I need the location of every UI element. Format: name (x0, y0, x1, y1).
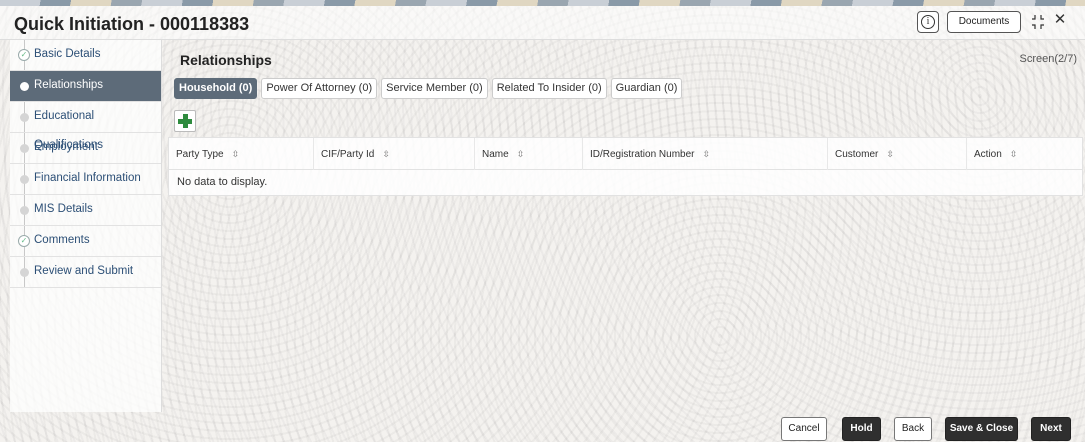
info-icon: i (921, 15, 935, 29)
section-title: Relationships (180, 52, 272, 68)
column-label: Party Type (176, 149, 224, 160)
pending-dot-icon (20, 144, 29, 153)
sidebar-item-educational-qualifications[interactable]: Educational Qualifications (10, 102, 161, 151)
sidebar-item-label: Basic Details (34, 48, 101, 60)
column-header-action[interactable]: Action ⇳ (967, 138, 1084, 170)
sidebar-item-label: Employment (34, 141, 98, 153)
documents-button[interactable]: Documents (947, 11, 1021, 33)
tab-related-to-insider[interactable]: Related To Insider (0) (491, 78, 607, 99)
tab-power-of-attorney[interactable]: Power Of Attorney (0) (261, 78, 378, 99)
column-header-id-registration-number[interactable]: ID/Registration Number ⇳ (583, 138, 828, 170)
column-label: Customer (835, 149, 879, 160)
column-header-cif-party-id[interactable]: CIF/Party Id ⇳ (314, 138, 475, 170)
back-button[interactable]: Back (894, 417, 932, 441)
sidebar-item-financial-information[interactable]: Financial Information (10, 164, 161, 195)
next-button[interactable]: Next (1031, 417, 1071, 441)
sort-icon: ⇳ (886, 149, 894, 159)
tab-household[interactable]: Household (0) (174, 78, 258, 99)
relationships-table: Party Type ⇳ CIF/Party Id ⇳ Name ⇳ ID/Regis… (168, 137, 1083, 196)
column-header-name[interactable]: Name ⇳ (475, 138, 583, 170)
sidebar-item-label: Relationships (34, 79, 104, 91)
plus-icon-vertical (183, 114, 188, 128)
tab-guardian[interactable]: Guardian (0) (610, 78, 683, 99)
pending-dot-icon (20, 206, 29, 215)
add-button[interactable] (174, 110, 196, 132)
pending-dot-icon (20, 113, 29, 122)
table-empty-message: No data to display. (177, 176, 268, 188)
screen-counter: Screen(2/7) (1019, 53, 1077, 65)
sidebar-item-label: Comments (34, 234, 90, 246)
save-and-close-button[interactable]: Save & Close (945, 417, 1018, 441)
sidebar-item-comments[interactable]: ✓ Comments (10, 226, 161, 257)
sidebar-item-employment[interactable]: Employment (10, 133, 161, 164)
sort-icon: ⇳ (231, 149, 240, 159)
sidebar-item-label: Review and Submit (34, 265, 134, 277)
close-icon[interactable]: ✕ (1053, 12, 1067, 27)
sort-icon: ⇳ (1009, 149, 1018, 159)
page-title: Quick Initiation - 000118383 (14, 14, 250, 34)
sidebar-item-review-and-submit[interactable]: Review and Submit (10, 257, 161, 288)
info-button[interactable]: i (917, 11, 939, 33)
active-dot-icon (20, 82, 29, 91)
pending-dot-icon (20, 268, 29, 277)
column-label: ID/Registration Number (590, 149, 695, 160)
check-circle-icon: ✓ (18, 235, 30, 247)
table-header: Party Type ⇳ CIF/Party Id ⇳ Name ⇳ ID/Regis… (169, 138, 1082, 170)
main-content: Relationships Screen(2/7) Household (0) … (168, 40, 1085, 412)
column-header-customer[interactable]: Customer ⇳ (828, 138, 967, 170)
hold-button[interactable]: Hold (842, 417, 881, 441)
collapse-icon[interactable] (1031, 14, 1045, 30)
sidebar-item-label: Financial Information (34, 172, 141, 184)
sort-icon: ⇳ (702, 149, 711, 159)
column-label: Action (974, 149, 1002, 160)
sort-icon: ⇳ (516, 149, 525, 159)
sort-icon: ⇳ (382, 149, 390, 159)
relationship-tabs: Household (0) Power Of Attorney (0) Serv… (174, 78, 683, 99)
sidebar-item-mis-details[interactable]: MIS Details (10, 195, 161, 226)
column-label: Name (482, 149, 509, 160)
tab-service-member[interactable]: Service Member (0) (381, 78, 488, 99)
footer-actions: Cancel Hold Back Save & Close Next (0, 412, 1085, 442)
sidebar-nav: ✓ Basic Details Relationships Educationa… (10, 40, 162, 412)
sidebar-item-basic-details[interactable]: ✓ Basic Details (10, 40, 161, 71)
sidebar-item-label: MIS Details (34, 203, 93, 215)
sidebar-item-relationships[interactable]: Relationships (10, 71, 161, 102)
window-header: Quick Initiation - 000118383 i Documents… (0, 6, 1085, 40)
cancel-button[interactable]: Cancel (781, 417, 827, 441)
column-header-party-type[interactable]: Party Type ⇳ (169, 138, 314, 170)
check-circle-icon: ✓ (18, 49, 30, 61)
column-label: CIF/Party Id (321, 149, 375, 160)
pending-dot-icon (20, 175, 29, 184)
